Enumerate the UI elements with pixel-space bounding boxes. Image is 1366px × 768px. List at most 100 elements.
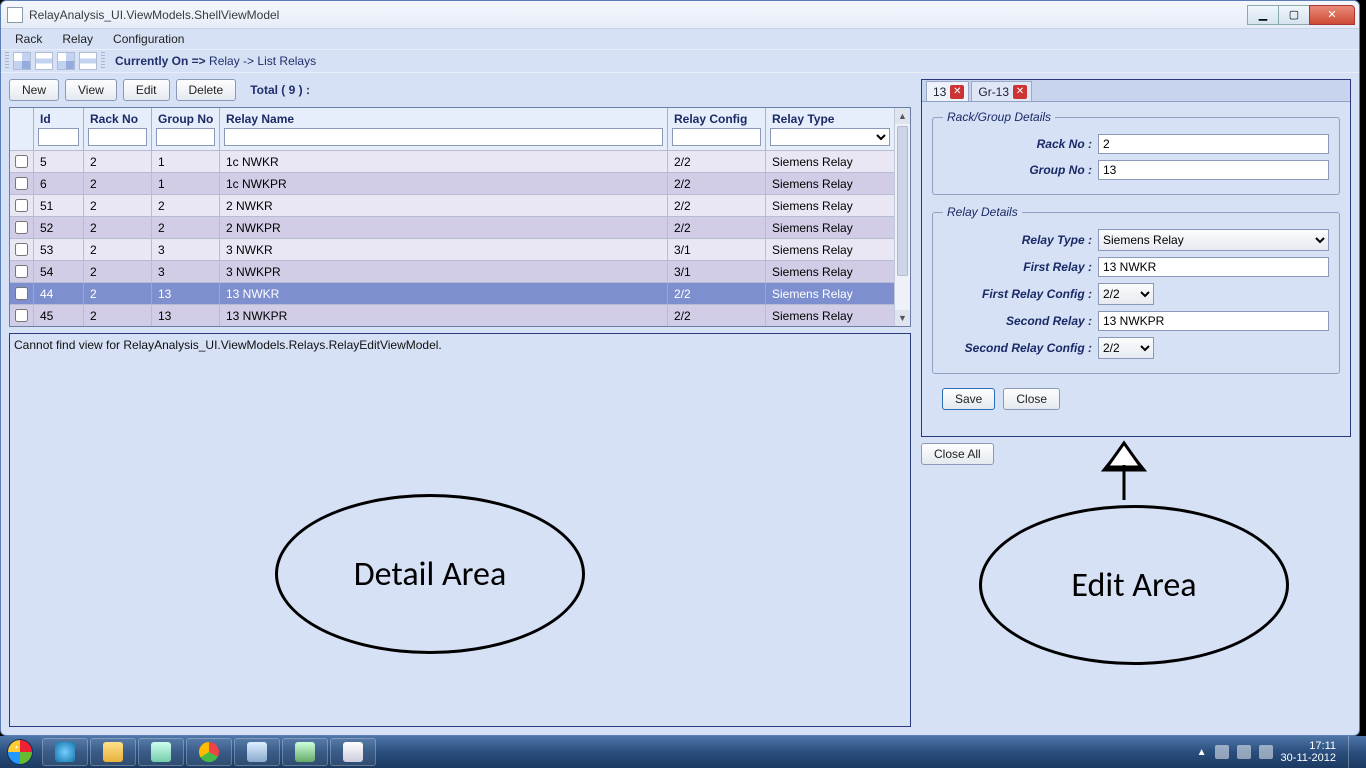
col-config[interactable]: Relay Config — [668, 108, 765, 128]
row-checkbox[interactable] — [15, 309, 28, 322]
cell-id: 52 — [34, 217, 84, 238]
row-checkbox[interactable] — [15, 221, 28, 234]
tab-13[interactable]: 13✕ — [926, 81, 969, 101]
second-relay-config-select[interactable]: 2/2 — [1098, 337, 1154, 359]
row-checkbox[interactable] — [15, 155, 28, 168]
edit-tabs: 13✕ Gr-13✕ — [922, 80, 1350, 102]
col-group[interactable]: Group No — [152, 108, 219, 128]
menu-relay[interactable]: Relay — [52, 30, 103, 48]
maximize-button[interactable]: ▢ — [1278, 5, 1310, 25]
detail-error-message: Cannot find view for RelayAnalysis_UI.Vi… — [14, 338, 442, 352]
cell-group: 3 — [152, 261, 220, 282]
filter-id[interactable] — [38, 128, 79, 146]
close-tab-icon[interactable]: ✕ — [1013, 85, 1027, 99]
menu-configuration[interactable]: Configuration — [103, 30, 194, 48]
cell-group: 3 — [152, 239, 220, 260]
grid-scrollbar[interactable]: ▲ ▼ — [894, 108, 910, 326]
cell-id: 45 — [34, 305, 84, 326]
relay-type-select[interactable]: Siemens Relay — [1098, 229, 1329, 251]
taskbar: ▲ 17:11 30-11-2012 — [0, 736, 1366, 768]
cell-config: 2/2 — [668, 195, 766, 216]
tray-volume-icon[interactable] — [1259, 745, 1273, 759]
table-row[interactable]: 52222 NWKPR2/2Siemens Relay — [10, 216, 894, 238]
titlebar: RelayAnalysis_UI.ViewModels.ShellViewMod… — [1, 1, 1359, 29]
tab-gr-13[interactable]: Gr-13✕ — [971, 81, 1032, 101]
new-button[interactable]: New — [9, 79, 59, 101]
relay-details-legend: Relay Details — [943, 205, 1022, 219]
table-row[interactable]: 54233 NWKPR3/1Siemens Relay — [10, 260, 894, 282]
taskbar-chrome[interactable] — [186, 738, 232, 766]
taskbar-csharp[interactable] — [282, 738, 328, 766]
folder-icon — [103, 742, 123, 762]
taskbar-image[interactable] — [330, 738, 376, 766]
cell-type: Siemens Relay — [766, 305, 894, 326]
row-checkbox[interactable] — [15, 287, 28, 300]
row-checkbox[interactable] — [15, 243, 28, 256]
view-button[interactable]: View — [65, 79, 117, 101]
group-no-label: Group No : — [943, 163, 1098, 177]
cell-type: Siemens Relay — [766, 239, 894, 260]
toolbar-split-v-icon[interactable] — [57, 52, 75, 70]
filter-config[interactable] — [672, 128, 761, 146]
edit-button[interactable]: Edit — [123, 79, 170, 101]
window-title: RelayAnalysis_UI.ViewModels.ShellViewMod… — [29, 8, 1248, 22]
table-row[interactable]: 51222 NWKR2/2Siemens Relay — [10, 194, 894, 216]
annotation-detail-area: Detail Area — [275, 494, 585, 654]
toolbar: Currently On => Relay -> List Relays — [1, 49, 1359, 73]
scroll-up-icon[interactable]: ▲ — [895, 108, 910, 124]
toolbar-split-h-icon[interactable] — [35, 52, 53, 70]
show-desktop-button[interactable] — [1348, 736, 1358, 768]
grid-header: Id Rack No Group No Relay Name Relay Con… — [10, 108, 894, 150]
minimize-button[interactable]: ▁ — [1247, 5, 1279, 25]
close-tab-icon[interactable]: ✕ — [950, 85, 964, 99]
table-row[interactable]: 6211c NWKPR2/2Siemens Relay — [10, 172, 894, 194]
taskbar-tool[interactable] — [234, 738, 280, 766]
start-button[interactable] — [0, 736, 40, 768]
first-relay-config-select[interactable]: 2/2 — [1098, 283, 1154, 305]
row-checkbox[interactable] — [15, 199, 28, 212]
taskbar-explorer[interactable] — [90, 738, 136, 766]
toolbar-grip-icon — [101, 52, 105, 70]
scroll-down-icon[interactable]: ▼ — [895, 310, 910, 326]
row-checkbox[interactable] — [15, 177, 28, 190]
row-checkbox[interactable] — [15, 265, 28, 278]
tray-clock[interactable]: 17:11 30-11-2012 — [1281, 740, 1336, 764]
table-row[interactable]: 53233 NWKR3/1Siemens Relay — [10, 238, 894, 260]
col-rack[interactable]: Rack No — [84, 108, 151, 128]
save-button[interactable]: Save — [942, 388, 995, 410]
cell-group: 13 — [152, 305, 220, 326]
tray-chevron-icon[interactable]: ▲ — [1197, 747, 1207, 758]
relay-details: Relay Details Relay Type :Siemens Relay … — [932, 205, 1340, 374]
filter-group[interactable] — [156, 128, 215, 146]
second-relay-config-label: Second Relay Config : — [943, 341, 1098, 355]
toolbar-panel-icon[interactable] — [79, 52, 97, 70]
table-row[interactable]: 5211c NWKR2/2Siemens Relay — [10, 150, 894, 172]
col-type[interactable]: Relay Type — [766, 108, 894, 128]
col-id[interactable]: Id — [34, 108, 83, 128]
toolbar-grid-icon[interactable] — [13, 52, 31, 70]
taskbar-ie[interactable] — [42, 738, 88, 766]
group-no-field[interactable] — [1098, 160, 1329, 180]
rack-no-field[interactable] — [1098, 134, 1329, 154]
cell-group: 2 — [152, 217, 220, 238]
tray-flag-icon[interactable] — [1215, 745, 1229, 759]
filter-type[interactable] — [770, 128, 890, 146]
table-row[interactable]: 4521313 NWKPR2/2Siemens Relay — [10, 304, 894, 326]
cell-group: 2 — [152, 195, 220, 216]
scroll-thumb[interactable] — [897, 126, 908, 276]
table-row[interactable]: 4421313 NWKR2/2Siemens Relay — [10, 282, 894, 304]
taskbar-app[interactable] — [138, 738, 184, 766]
close-button[interactable]: Close — [1003, 388, 1060, 410]
cell-group: 13 — [152, 283, 220, 304]
filter-rack[interactable] — [88, 128, 147, 146]
menu-rack[interactable]: Rack — [5, 30, 52, 48]
first-relay-field[interactable] — [1098, 257, 1329, 277]
rack-no-label: Rack No : — [943, 137, 1098, 151]
tray-network-icon[interactable] — [1237, 745, 1251, 759]
col-name[interactable]: Relay Name — [220, 108, 667, 128]
delete-button[interactable]: Delete — [176, 79, 237, 101]
close-window-button[interactable]: ✕ — [1309, 5, 1355, 25]
close-all-button[interactable]: Close All — [921, 443, 994, 465]
filter-name[interactable] — [224, 128, 663, 146]
second-relay-field[interactable] — [1098, 311, 1329, 331]
